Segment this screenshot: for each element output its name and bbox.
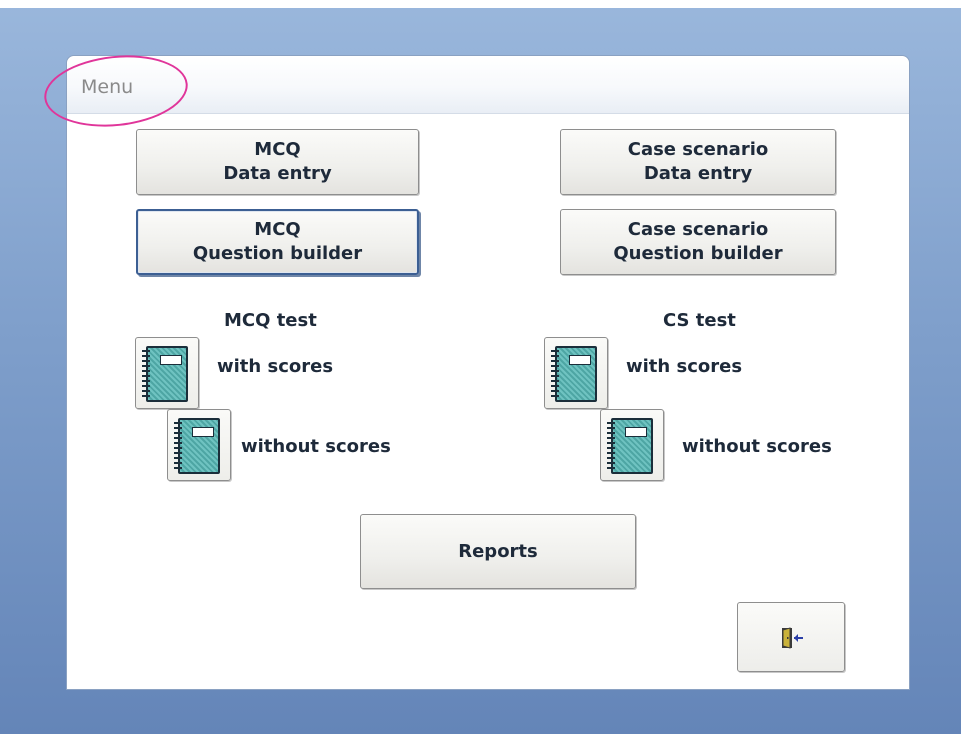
form-title-bar: Menu [67, 56, 909, 114]
notebook-label-plate [569, 355, 591, 365]
cs-with-scores-button[interactable] [544, 337, 608, 409]
case-question-builder-button[interactable]: Case scenario Question builder [560, 209, 836, 275]
mcq-data-entry-line2: Data entry [223, 163, 332, 184]
notebook-label-plate [625, 427, 647, 437]
mcq-question-builder-line2: Question builder [192, 243, 363, 264]
notebook-icon [551, 346, 597, 402]
cs-without-scores-button[interactable] [600, 409, 664, 481]
case-question-builder-line1: Case scenario [627, 219, 769, 240]
case-data-entry-line2: Data entry [643, 163, 753, 184]
notebook-icon [174, 418, 220, 474]
exit-door-icon [782, 627, 803, 649]
mcq-with-scores-button[interactable] [135, 337, 199, 409]
notebook-label-plate [160, 355, 182, 365]
case-question-builder-line2: Question builder [613, 243, 783, 264]
mcq-without-scores-label: without scores [241, 436, 391, 457]
case-data-entry-button[interactable]: Case scenario Data entry [560, 129, 836, 195]
cs-without-scores-label: without scores [682, 436, 832, 457]
reports-button[interactable]: Reports [360, 514, 636, 589]
notebook-spiral [142, 350, 150, 400]
mcq-without-scores-button[interactable] [167, 409, 231, 481]
mcq-with-scores-label: with scores [217, 356, 334, 377]
reports-label: Reports [458, 540, 538, 562]
cs-with-scores-label: with scores [626, 356, 743, 377]
notebook-spiral [174, 422, 182, 472]
notebook-spiral [551, 350, 559, 400]
exit-button[interactable] [737, 602, 845, 672]
cs-test-heading: CS test [663, 310, 736, 331]
mcq-data-entry-line1: MCQ [254, 139, 301, 160]
desktop-top-edge [0, 0, 961, 8]
mcq-data-entry-button[interactable]: MCQ Data entry [136, 129, 419, 195]
mcq-question-builder-line1: MCQ [254, 219, 301, 240]
notebook-icon [607, 418, 653, 474]
notebook-label-plate [192, 427, 214, 437]
mcq-test-heading: MCQ test [224, 310, 317, 331]
case-data-entry-line1: Case scenario [627, 139, 769, 160]
notebook-icon [142, 346, 188, 402]
mcq-question-builder-button[interactable]: MCQ Question builder [136, 209, 419, 275]
notebook-spiral [607, 422, 615, 472]
